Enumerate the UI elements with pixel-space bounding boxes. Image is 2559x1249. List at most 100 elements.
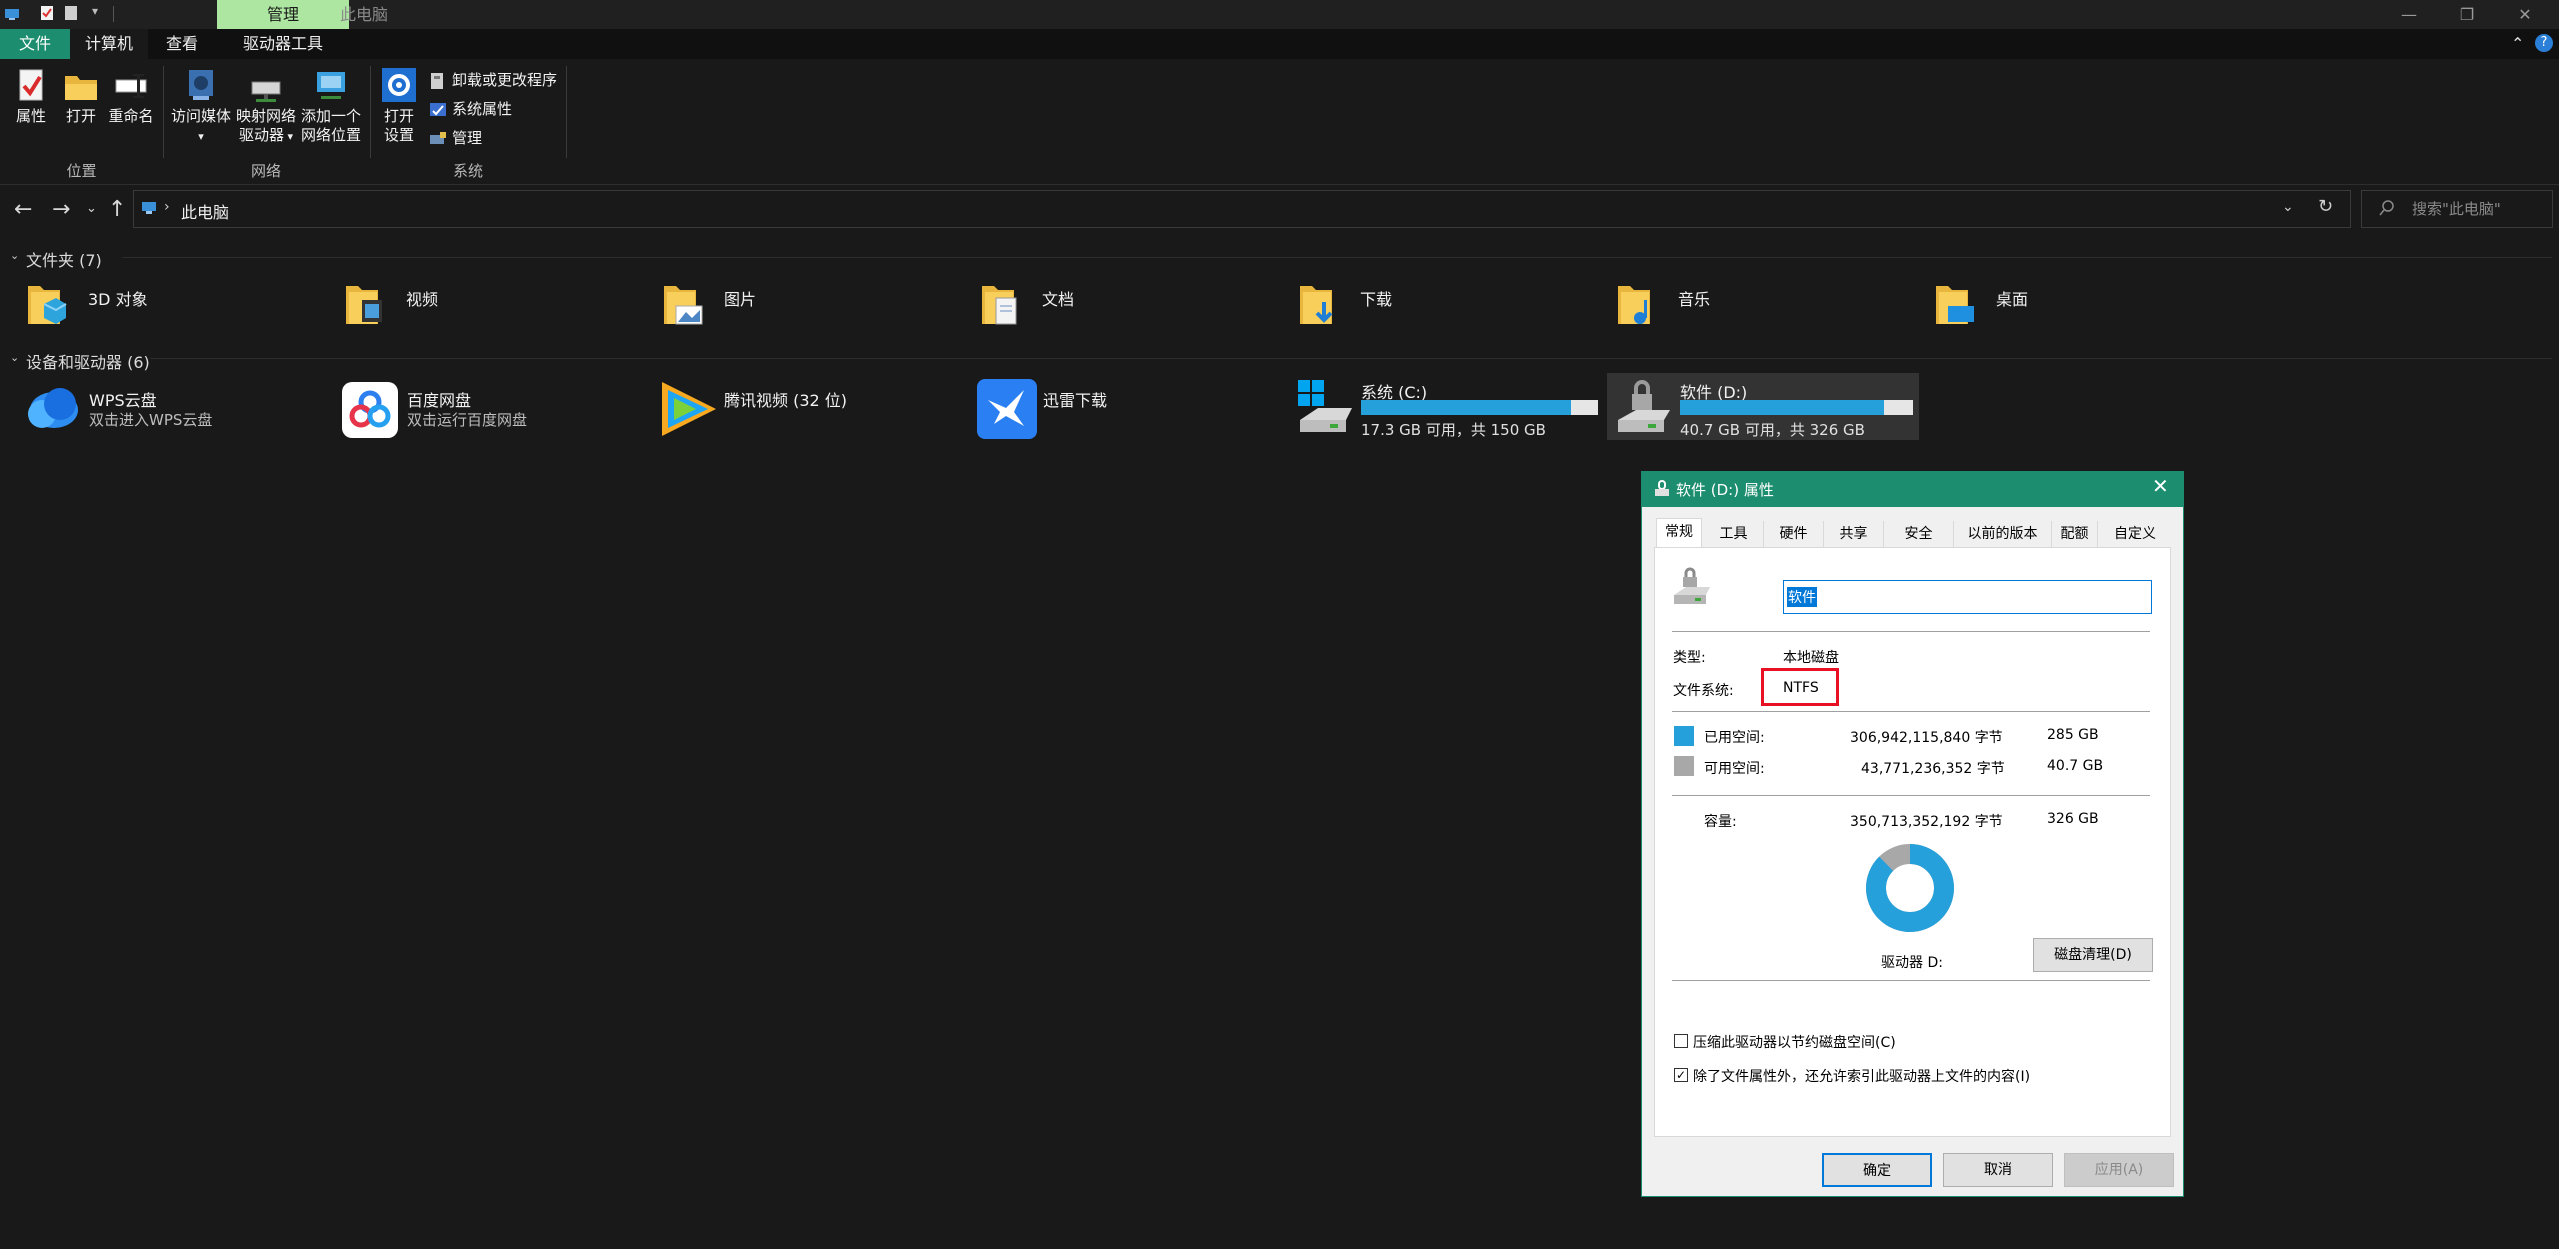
group-label-system: 系统	[452, 162, 483, 180]
device-item-xunlei-download[interactable]	[976, 378, 1038, 444]
section-divider	[122, 257, 2552, 258]
dialog-tab-quota[interactable]: 配额	[2052, 521, 2098, 547]
folder-item-music[interactable]	[1616, 280, 1658, 332]
tab-file[interactable]: 文件	[0, 29, 70, 59]
folder-item-downloads[interactable]	[1298, 280, 1340, 332]
dialog-tab-previous-versions[interactable]: 以前的版本	[1954, 521, 2052, 547]
free-space-bytes: 43,771,236,352 字节	[1861, 761, 2005, 777]
folder-label: 3D 对象	[88, 290, 148, 309]
close-window-icon[interactable]: ✕	[2502, 0, 2548, 29]
properties-icon	[19, 69, 43, 101]
forward-icon[interactable]: →	[52, 197, 70, 222]
uninstall-icon	[431, 72, 443, 89]
refresh-icon[interactable]: ↻	[2318, 196, 2333, 217]
devices-section-header[interactable]: 设备和驱动器 (6)	[26, 349, 150, 373]
add-network-location-button[interactable]: 添加一个 网络位置	[298, 66, 364, 145]
folder-item-pictures[interactable]	[662, 280, 704, 332]
dialog-tab-security[interactable]: 安全	[1884, 521, 1954, 547]
settings-gear-icon	[382, 68, 416, 102]
dialog-tab-hardware[interactable]: 硬件	[1764, 521, 1824, 547]
this-pc-icon[interactable]	[4, 6, 20, 22]
device-sublabel: 双击进入WPS云盘	[89, 411, 213, 429]
system-properties-label: 系统属性	[452, 100, 513, 118]
open-settings-button[interactable]: 打开 设置	[376, 66, 422, 145]
manage-button[interactable]: 管理	[428, 126, 482, 150]
add-network-location-icon	[317, 72, 345, 99]
folder-item-documents[interactable]	[980, 280, 1022, 332]
disk-usage-donut-chart	[1866, 844, 1954, 932]
rename-button[interactable]: 重命名	[107, 66, 155, 126]
apply-button[interactable]: 应用(A)	[2064, 1153, 2174, 1187]
back-icon[interactable]: ←	[14, 197, 32, 222]
help-icon[interactable]: ?	[2535, 34, 2553, 52]
properties-button[interactable]: 属性	[10, 66, 52, 126]
minimize-icon[interactable]: —	[2386, 0, 2432, 29]
rename-icon	[115, 74, 147, 98]
drive-free-text: 40.7 GB 可用，共 326 GB	[1680, 421, 1865, 439]
ok-button[interactable]: 确定	[1822, 1153, 1932, 1187]
drive-name-value: 软件	[1787, 587, 1817, 607]
dialog-drive-icon	[1655, 480, 1669, 496]
uninstall-programs-button[interactable]: 卸载或更改程序	[428, 68, 557, 92]
dialog-close-icon[interactable]: ✕	[2152, 474, 2169, 498]
collapse-folders-icon[interactable]: ⌄	[10, 249, 19, 262]
disk-cleanup-button[interactable]: 磁盘清理(D)	[2033, 938, 2153, 972]
properties-quick-icon[interactable]	[40, 5, 54, 21]
index-checkbox[interactable]: ✓	[1674, 1068, 1688, 1082]
breadcrumb-this-pc[interactable]: 此电脑	[181, 199, 229, 223]
cancel-button[interactable]: 取消	[1943, 1153, 2053, 1187]
map-network-drive-icon	[251, 81, 281, 102]
filesystem-label: 文件系统:	[1673, 683, 1734, 699]
open-settings-label-1: 打开	[383, 107, 414, 125]
access-media-button[interactable]: 访问媒体 ▾	[168, 66, 234, 146]
folder-item-3d-objects[interactable]	[26, 280, 68, 332]
map-network-drive-button[interactable]: 映射网络 驱动器 ▾	[234, 66, 298, 146]
xunlei-bird-icon	[977, 379, 1037, 439]
tab-computer[interactable]: 计算机	[70, 29, 148, 59]
folder-item-videos[interactable]	[344, 280, 386, 332]
up-icon[interactable]: ↑	[108, 197, 126, 222]
device-sublabel: 双击运行百度网盘	[407, 411, 528, 429]
compress-label: 压缩此驱动器以节约磁盘空间(C)	[1693, 1035, 1896, 1051]
dialog-tab-tools[interactable]: 工具	[1704, 521, 1764, 547]
maximize-icon[interactable]: ❐	[2444, 0, 2490, 29]
recent-locations-icon[interactable]: ⌄	[86, 201, 97, 216]
drive-letter-label: 驱动器 D:	[1881, 955, 1943, 971]
address-bar[interactable]	[133, 190, 2351, 228]
dialog-tab-customize[interactable]: 自定义	[2104, 521, 2166, 547]
access-media-label: 访问媒体	[170, 107, 231, 125]
device-label: 百度网盘	[407, 391, 472, 410]
open-button[interactable]: 打开	[60, 66, 102, 126]
dialog-divider	[1672, 711, 2150, 712]
donut-used-arc	[1866, 844, 1954, 932]
dialog-tab-sharing[interactable]: 共享	[1824, 521, 1884, 547]
compress-checkbox[interactable]	[1674, 1034, 1688, 1048]
address-pc-icon	[142, 202, 156, 214]
device-item-wps-cloud[interactable]	[20, 380, 84, 438]
map-drive-dropdown-icon: ▾	[283, 130, 294, 143]
drive-item-system-c[interactable]	[1296, 378, 1356, 440]
quick-access-dropdown-icon[interactable]: ▾	[92, 4, 98, 18]
new-folder-quick-icon[interactable]	[64, 5, 78, 21]
capacity-bytes: 350,713,352,192 字节	[1850, 814, 2003, 830]
videos-folder-icon	[346, 286, 382, 324]
tab-view[interactable]: 查看	[148, 29, 216, 59]
used-space-swatch	[1674, 726, 1694, 746]
tab-drive-tools[interactable]: 驱动器工具	[216, 29, 350, 59]
manage-label: 管理	[452, 129, 483, 147]
system-properties-button[interactable]: 系统属性	[428, 97, 512, 121]
music-folder-icon	[1618, 286, 1650, 324]
collapse-ribbon-icon[interactable]: ⌃	[2511, 34, 2524, 53]
collapse-devices-icon[interactable]: ⌄	[10, 351, 19, 364]
folders-section-header[interactable]: 文件夹 (7)	[26, 247, 102, 271]
dialog-tab-general[interactable]: 常规	[1656, 518, 1702, 548]
folder-label: 文档	[1042, 290, 1075, 309]
breadcrumb-chevron-icon[interactable]: ›	[164, 199, 170, 215]
device-item-baidu-netdisk[interactable]	[340, 380, 400, 444]
address-dropdown-icon[interactable]: ⌄	[2282, 199, 2294, 215]
context-tab-manage[interactable]: 管理	[217, 0, 349, 29]
ribbon-separator	[163, 66, 164, 158]
drive-name-input[interactable]: 软件	[1783, 580, 2152, 614]
device-item-tencent-video[interactable]	[656, 378, 720, 444]
folder-item-desktop[interactable]	[1934, 280, 1976, 332]
